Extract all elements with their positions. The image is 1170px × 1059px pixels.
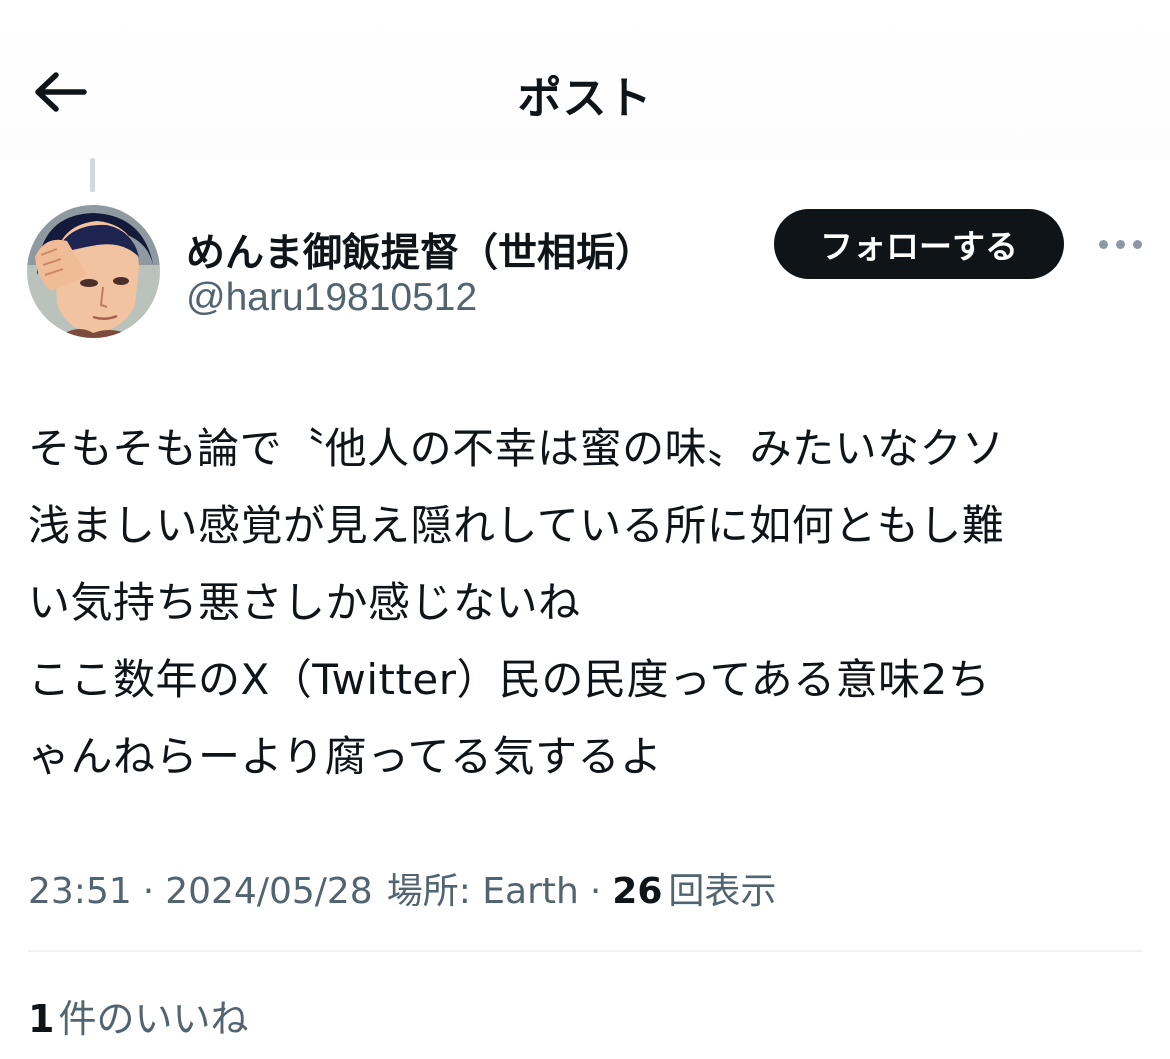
likes-label: 件のいいね — [58, 997, 249, 1041]
avatar-image — [27, 205, 160, 338]
meta-separator: · — [142, 871, 155, 912]
likes-count: 1 — [28, 997, 55, 1041]
tweet-text-line: い気持ち悪さしか感じないね — [28, 578, 581, 627]
post-date[interactable]: 2024/05/28 — [165, 871, 373, 912]
top-bar: ポスト — [0, 0, 1170, 160]
meta-separator: · — [589, 871, 602, 912]
thread-connector-line — [90, 158, 95, 192]
more-options-button[interactable] — [1090, 226, 1150, 262]
author-display-name[interactable]: めんま御飯提督（世相垢） — [186, 222, 654, 278]
tweet-text-line: ゃんねらーより腐ってる気するよ — [28, 732, 663, 781]
follow-button[interactable]: フォローする — [774, 209, 1064, 279]
avatar[interactable] — [27, 205, 160, 338]
more-horizontal-icon-dot — [1132, 239, 1142, 249]
tweet-text-line: そもそも論で〝他人の不幸は蜜の味〟みたいなクソ — [28, 424, 1005, 473]
author-handle[interactable]: @haru19810512 — [186, 276, 477, 320]
tweet-metadata: 23:51 · 2024/05/28 場所: Earth · 26 回表示 — [28, 862, 776, 914]
divider — [28, 950, 1143, 952]
post-detail-page: ポスト めんま御飯提督（世相垢） @haru19810512 フォローする そも… — [0, 0, 1170, 1059]
tweet-text: そもそも論で〝他人の不幸は蜜の味〟みたいなクソ 浅ましい感覚が見え隠れしている所… — [28, 410, 1148, 795]
post-time[interactable]: 23:51 — [28, 871, 132, 912]
more-horizontal-icon-dot — [1115, 239, 1125, 249]
post-location: 場所: Earth — [386, 871, 579, 912]
page-title: ポスト — [517, 73, 653, 124]
more-horizontal-icon — [1098, 239, 1108, 249]
views-label[interactable]: 回表示 — [668, 862, 776, 914]
views-count[interactable]: 26 — [612, 871, 662, 912]
tweet-text-line: ここ数年のX（Twitter）民の民度ってある意味2ち — [28, 655, 991, 704]
tweet-text-line: 浅ましい感覚が見え隠れしている所に如何ともし難 — [28, 501, 1005, 550]
likes-summary[interactable]: 1 件のいいね — [28, 988, 248, 1043]
